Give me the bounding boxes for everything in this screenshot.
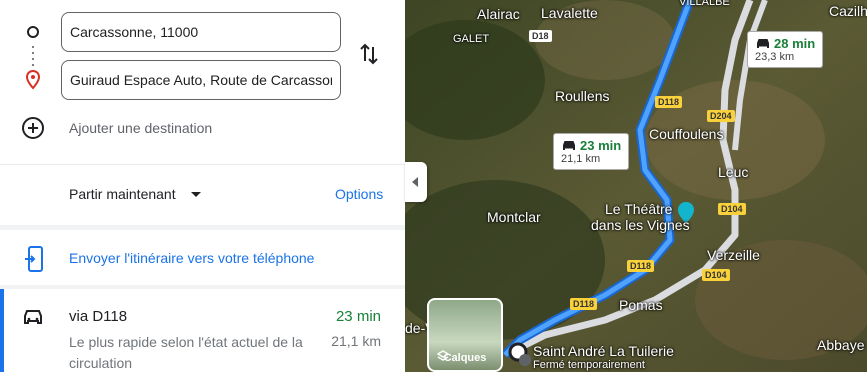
car-icon <box>757 39 769 48</box>
bubble-distance: 23,3 km <box>755 51 795 63</box>
car-icon <box>563 141 575 150</box>
send-to-phone-link[interactable]: Envoyer l'itinéraire vers votre téléphon… <box>69 250 314 266</box>
map-place-label: VILLALBE <box>679 0 730 8</box>
add-destination-button[interactable]: Ajouter une destination <box>69 120 212 136</box>
directions-panel: Ajouter une destination Partir maintenan… <box>0 0 405 372</box>
road-label: D104 <box>702 269 730 281</box>
bubble-time: 28 min <box>774 36 816 51</box>
divider <box>0 225 405 230</box>
bubble-distance: 21,1 km <box>561 153 601 165</box>
map-place-label: dans les Vignes <box>591 217 690 233</box>
road-label: D104 <box>718 203 746 215</box>
map-place-label: GALET <box>453 33 490 45</box>
road-label: D118 <box>627 260 655 272</box>
caret-down-icon[interactable] <box>191 192 201 197</box>
destination-pin-icon <box>25 70 41 90</box>
route-distance: 21,1 km <box>331 333 381 349</box>
origin-input[interactable] <box>61 12 341 52</box>
road-label: D204 <box>707 110 735 122</box>
swap-icon[interactable] <box>358 42 380 66</box>
map-place-label: Verzeille <box>707 247 760 263</box>
collapse-panel-button[interactable] <box>405 162 427 202</box>
route-option[interactable]: via D118 Le plus rapide selon l'état act… <box>0 289 405 372</box>
route-time-bubble[interactable]: 23 min 21,1 km <box>553 133 630 170</box>
selected-route-bar <box>0 289 4 372</box>
map-place-label: Leuc <box>718 164 749 180</box>
road-label: D118 <box>655 96 683 108</box>
car-icon <box>24 310 42 324</box>
depart-now-dropdown[interactable]: Partir maintenant <box>69 186 176 202</box>
route-description: Le plus rapide selon l'état actuel de la… <box>69 334 303 371</box>
send-to-phone-icon[interactable] <box>24 246 44 272</box>
route-time: 23 min <box>335 308 381 325</box>
map-place-label: Montclar <box>487 209 541 225</box>
map-place-label: Cazilh <box>829 3 867 19</box>
route-dots-icon <box>32 44 34 66</box>
map-place-label: Le Théâtre <box>605 201 673 217</box>
alt-route-time-bubble[interactable]: 28 min 23,3 km <box>747 31 824 68</box>
divider <box>0 164 405 165</box>
map-place-label: Lavalette <box>541 5 598 21</box>
destination-input[interactable] <box>61 60 341 100</box>
road-label: D18 <box>529 30 552 42</box>
road-label: D118 <box>570 298 598 310</box>
route-name: via D118 <box>69 308 128 325</box>
map-place-label: Fermé temporairement <box>533 359 645 371</box>
origin-icon <box>27 26 39 38</box>
map-place-label: Alairac <box>477 6 520 22</box>
bubble-time: 23 min <box>580 138 622 153</box>
map-place-label: Saint André La Tuilerie <box>533 343 674 359</box>
add-destination-icon[interactable] <box>22 117 44 139</box>
layers-button[interactable]: Calques <box>427 298 503 372</box>
map-place-label: Pomas <box>619 297 663 313</box>
map-place-label: Couffoulens <box>649 126 724 142</box>
layers-label: Calques <box>443 352 487 364</box>
map-place-label: Abbaye <box>817 337 865 353</box>
map-place-label: Roullens <box>555 88 610 104</box>
options-button[interactable]: Options <box>335 186 383 202</box>
